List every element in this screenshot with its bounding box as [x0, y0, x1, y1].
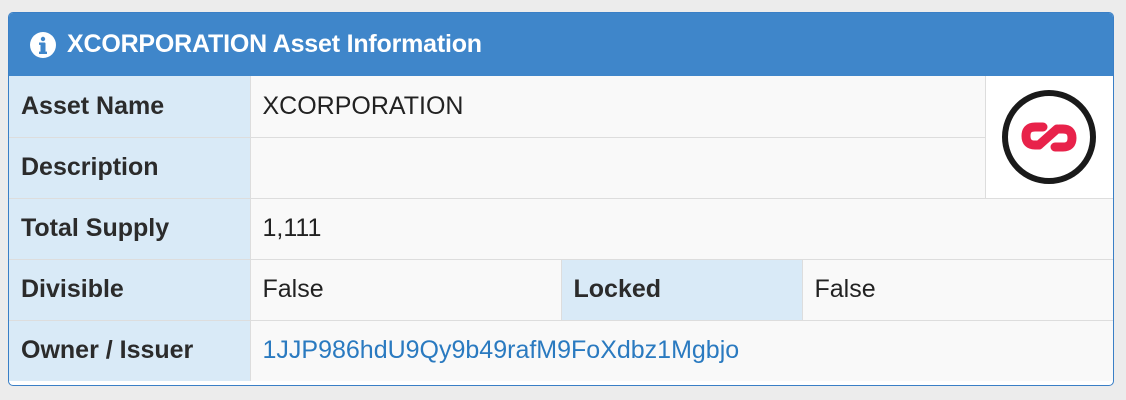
owner-issuer-cell: 1JJP986hdU9Qy9b49rafM9FoXdbz1Mgbjo — [249, 319, 1113, 381]
locked-value: False — [801, 258, 1113, 321]
description-label: Description — [9, 136, 251, 199]
asset-name-label: Asset Name — [9, 76, 251, 138]
divisible-value: False — [249, 258, 562, 321]
asset-name-value: XCORPORATION — [249, 76, 986, 138]
table-row: Divisible False Locked False — [9, 258, 1113, 321]
panel-heading: XCORPORATION Asset Information — [9, 13, 1113, 76]
total-supply-label: Total Supply — [9, 197, 251, 260]
asset-info-table: Asset Name XCORPORATION Description Tota… — [9, 76, 1113, 381]
divisible-label: Divisible — [9, 258, 251, 321]
owner-address-link[interactable]: 1JJP986hdU9Qy9b49rafM9FoXdbz1Mgbjo — [263, 336, 740, 364]
table-row: Total Supply 1,111 — [9, 197, 1113, 260]
locked-label: Locked — [560, 258, 803, 321]
table-row: Asset Name XCORPORATION — [9, 76, 1113, 199]
table-row: Description — [9, 136, 1113, 199]
asset-logo-icon — [1002, 89, 1097, 184]
asset-logo-cell — [984, 76, 1113, 199]
owner-issuer-label: Owner / Issuer — [9, 319, 251, 381]
asset-info-panel: XCORPORATION Asset Information Asset Nam… — [8, 12, 1114, 386]
panel-title: XCORPORATION Asset Information — [67, 30, 482, 58]
total-supply-value: 1,111 — [249, 197, 1113, 260]
table-row: Owner / Issuer 1JJP986hdU9Qy9b49rafM9FoX… — [9, 319, 1113, 381]
description-value — [249, 136, 986, 199]
info-icon — [30, 31, 56, 58]
